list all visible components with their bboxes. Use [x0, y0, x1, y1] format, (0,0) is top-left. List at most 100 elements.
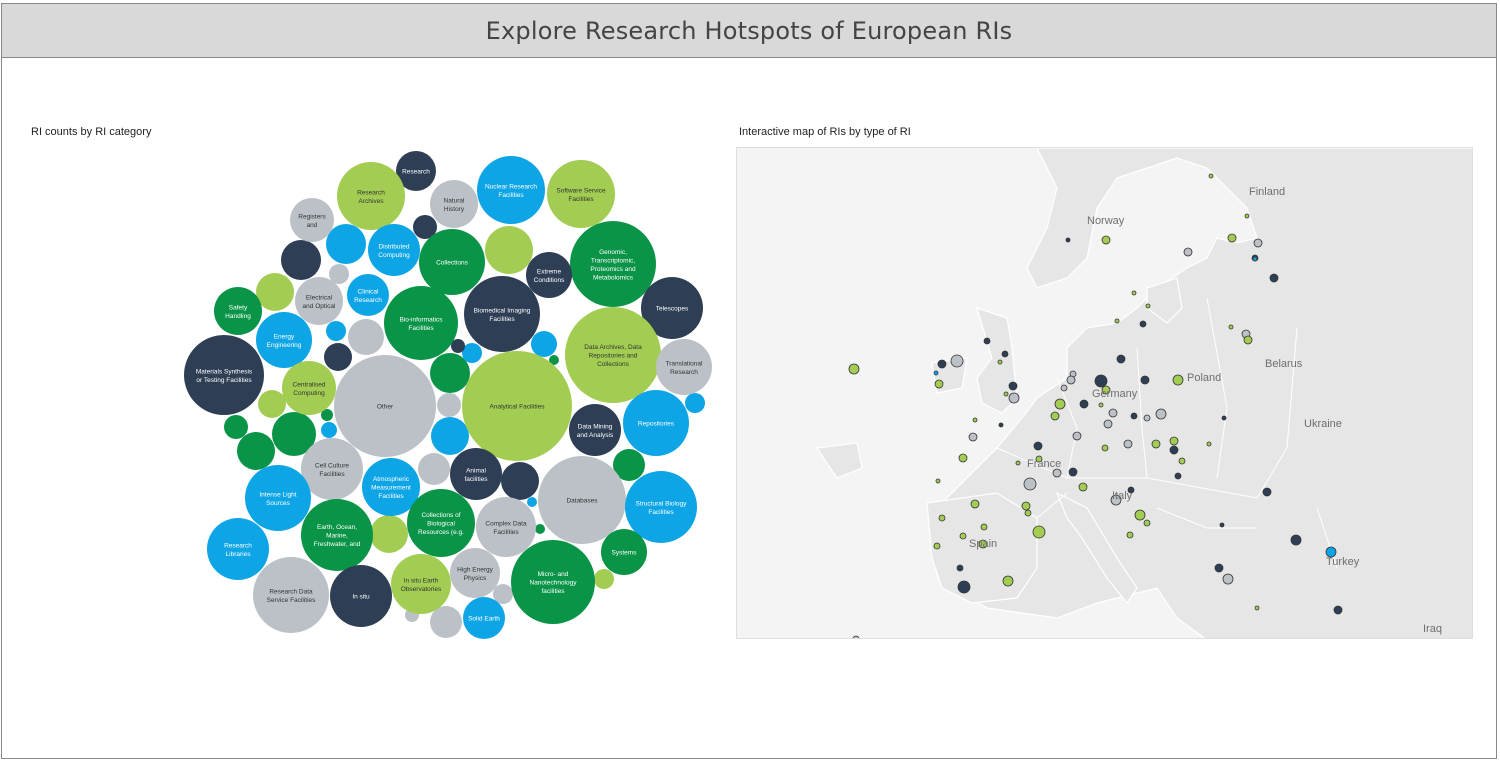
map-point[interactable]	[1108, 408, 1118, 418]
bubble-safety-handling[interactable]: Safety Handling	[214, 287, 262, 335]
map-point[interactable]	[1033, 441, 1043, 451]
bubble-unlabeled[interactable]	[437, 393, 461, 417]
bubble-natural-history[interactable]: Natural History	[430, 180, 478, 228]
map-point[interactable]	[957, 580, 971, 594]
bubble-research-archives[interactable]: Research Archives	[337, 162, 405, 230]
bubble-complex-data-facilities[interactable]: Complex Data Facilities	[476, 497, 536, 557]
map-point[interactable]	[1252, 256, 1258, 262]
map-point[interactable]	[1065, 237, 1071, 243]
bubble-unlabeled[interactable]	[685, 393, 705, 413]
bubble-centralised-computing[interactable]: Centralised Computing	[282, 361, 336, 415]
bubble-unlabeled[interactable]	[418, 453, 450, 485]
map-point[interactable]	[1021, 501, 1031, 511]
map-point[interactable]	[1169, 436, 1179, 446]
bubble-unlabeled[interactable]	[237, 432, 275, 470]
bubble-unlabeled[interactable]	[281, 240, 321, 280]
map-point[interactable]	[1131, 290, 1137, 296]
map-point[interactable]	[1155, 408, 1167, 420]
map-point[interactable]	[937, 359, 947, 369]
map-point[interactable]	[1206, 441, 1212, 447]
bubble-unlabeled[interactable]	[535, 524, 545, 534]
map-point[interactable]	[1002, 575, 1014, 587]
map-point[interactable]	[1001, 350, 1009, 358]
map-point[interactable]	[1078, 482, 1088, 492]
map-point[interactable]	[1032, 525, 1046, 539]
bubble-cell-culture-facilities[interactable]: Cell Culture Facilities	[301, 438, 363, 500]
bubble-high-energy-physics[interactable]: High Energy Physics	[450, 548, 500, 598]
map-point[interactable]	[1208, 173, 1214, 179]
map-point[interactable]	[1214, 563, 1224, 573]
map-point[interactable]	[970, 499, 980, 509]
bubble-electrical-and-optical[interactable]: Electrical and Optical	[295, 277, 343, 325]
map-point[interactable]	[1052, 468, 1062, 478]
map-point[interactable]	[933, 542, 941, 550]
europe-map[interactable]: Finland Norway Poland Belarus Ukraine Ge…	[736, 147, 1473, 639]
map-point[interactable]	[1024, 509, 1032, 517]
map-point[interactable]	[1172, 374, 1184, 386]
map-point[interactable]	[1098, 402, 1104, 408]
bubble-data-archives-data-repositories-and-collections[interactable]: Data Archives, Data Repositories andColle…	[565, 307, 661, 403]
map-point[interactable]	[1050, 411, 1060, 421]
map-point[interactable]	[1003, 391, 1009, 397]
bubble-unlabeled[interactable]	[224, 415, 248, 439]
map-point[interactable]	[1243, 335, 1253, 345]
map-point[interactable]	[1262, 487, 1272, 497]
map-point[interactable]	[1068, 467, 1078, 477]
bubble-animal-facilities[interactable]: Animal facilities	[450, 448, 502, 500]
map-point[interactable]	[1134, 509, 1146, 521]
bubble-unlabeled[interactable]	[431, 417, 469, 455]
map-point[interactable]	[1222, 573, 1234, 585]
bubble-in-situ[interactable]: In situ	[330, 565, 392, 627]
bubble-energy-engineering[interactable]: Energy Engineering	[256, 312, 312, 368]
bubble-unlabeled[interactable]	[370, 515, 408, 553]
map-point[interactable]	[1228, 324, 1234, 330]
map-point[interactable]	[934, 379, 944, 389]
map-point[interactable]	[972, 417, 978, 423]
map-point[interactable]	[959, 532, 967, 540]
map-point[interactable]	[1054, 398, 1066, 410]
bubble-research-data-service-facilities[interactable]: Research Data Service Facilities	[253, 557, 329, 633]
bubble-unlabeled[interactable]	[326, 321, 346, 341]
map-point[interactable]	[1178, 457, 1186, 465]
map-point[interactable]	[1114, 318, 1120, 324]
bubble-registers-and[interactable]: Registers and	[290, 198, 334, 242]
bubble-collections[interactable]: Collections	[419, 229, 485, 295]
map-point[interactable]	[1008, 392, 1020, 404]
bubble-earth-ocean-marine-freshwater-and[interactable]: Earth, Ocean, Marine,Freshwater, and	[301, 499, 373, 571]
bubble-unlabeled[interactable]	[348, 319, 384, 355]
map-point[interactable]	[1333, 605, 1343, 615]
map-point[interactable]	[1079, 399, 1089, 409]
map-point[interactable]	[935, 478, 941, 484]
bubble-unlabeled[interactable]	[501, 462, 539, 500]
bubble-unlabeled[interactable]	[258, 390, 286, 418]
map-point[interactable]	[1008, 381, 1018, 391]
map-point[interactable]	[950, 354, 964, 368]
map-point[interactable]	[1066, 375, 1076, 385]
map-point[interactable]	[1116, 354, 1126, 364]
map-point[interactable]	[938, 514, 946, 522]
bubble-unlabeled[interactable]	[531, 331, 557, 357]
map-point[interactable]	[1169, 445, 1179, 455]
bubble-databases[interactable]: Databases	[538, 456, 626, 544]
bubble-repositories[interactable]: Repositories	[623, 390, 689, 456]
bubble-bio-informatics-facilities[interactable]: Bio-informatics Facilities	[384, 286, 458, 360]
map-point[interactable]	[980, 523, 988, 531]
map-point[interactable]	[1290, 534, 1302, 546]
map-point[interactable]	[1143, 519, 1151, 527]
map-point[interactable]	[852, 635, 860, 639]
bubble-solid-earth[interactable]: Solid Earth	[463, 597, 505, 639]
bubble-software-service-facilities[interactable]: Software Service Facilities	[547, 160, 615, 228]
bubble-structural-biology-facilities[interactable]: Structural Biology Facilities	[625, 471, 697, 543]
bubble-in-situ-earth-observatories[interactable]: In situ Earth Observatories	[391, 554, 451, 614]
bubble-extreme-conditions[interactable]: Extreme Conditions	[526, 252, 572, 298]
map-point[interactable]	[1253, 238, 1263, 248]
map-point[interactable]	[1072, 431, 1082, 441]
map-point[interactable]	[1015, 460, 1021, 466]
bubble-unlabeled[interactable]	[527, 497, 537, 507]
map-point[interactable]	[983, 337, 991, 345]
map-point[interactable]	[1023, 477, 1037, 491]
map-point[interactable]	[1103, 419, 1113, 429]
map-point[interactable]	[1145, 303, 1151, 309]
bubble-collections-of-biological-resources-e-g[interactable]: Collections of BiologicalResources (e.g.	[407, 489, 475, 557]
bubble-data-mining-and-analysis[interactable]: Data Mining and Analysis	[569, 404, 621, 456]
